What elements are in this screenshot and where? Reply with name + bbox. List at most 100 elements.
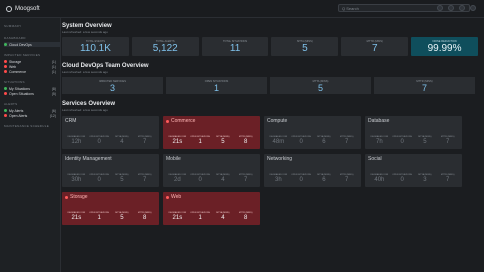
notifications-icon[interactable] (459, 5, 465, 11)
app-logo[interactable]: Moogsoft (6, 5, 40, 12)
sidebar-section: Maintenance Schedule (4, 122, 60, 130)
services-overview-title: Services Overview (62, 101, 116, 107)
main-content: System Overview Last refreshed: a few se… (62, 18, 478, 272)
service-metric: Open Situations 1 (189, 136, 212, 146)
overview-card-value: 5 (302, 43, 308, 54)
service-metric-value: 8 (243, 215, 248, 221)
status-dot-icon (4, 70, 7, 73)
service-card[interactable]: Commerce Degraded for 21s Open Situations 1 M… (163, 116, 260, 149)
team-card[interactable]: Impacted Services 3 (62, 77, 163, 94)
service-card[interactable]: Social Degraded for 40h Open Situations 0 MTT… (365, 154, 462, 187)
team-card[interactable]: Open Situations 1 (166, 77, 267, 94)
sidebar-section-heading[interactable]: Summary (4, 22, 60, 30)
sidebar-item-label: Web (9, 64, 17, 69)
service-metric: MTTR (mins) 7 (436, 174, 459, 184)
help-icon[interactable] (437, 5, 443, 11)
sidebar-section-heading[interactable]: Maintenance Schedule (4, 122, 60, 130)
team-card[interactable]: MTTR (mins) 7 (374, 77, 475, 94)
team-card[interactable]: MTTA (mins) 5 (270, 77, 371, 94)
service-name-text: CRM (65, 118, 77, 124)
overview-card[interactable]: Total Events 110.1K (62, 37, 129, 56)
service-metric-value: 1 (198, 215, 202, 221)
sidebar-item[interactable]: Open Situations (5) (4, 91, 60, 96)
service-card[interactable]: Networking Degraded for 3h Open Situations 0… (264, 154, 361, 187)
service-metric-value: 2d (174, 177, 181, 183)
service-card[interactable]: Web Degraded for 21s Open Situations 1 MTTA (… (163, 192, 260, 225)
service-name-text: Identity Management (65, 156, 112, 162)
service-metric-value: 7 (142, 139, 147, 145)
sidebar-section-heading[interactable]: Situations (4, 78, 60, 86)
critical-status-icon (65, 195, 68, 199)
service-name-text: Compute (267, 118, 288, 124)
user-avatar-icon[interactable] (470, 5, 476, 11)
sidebar-item-label: Cloud DevOps (9, 42, 32, 47)
sidebar-item[interactable]: Cloud DevOps (4, 42, 60, 47)
services-overview-subtitle: Last refreshed: a few seconds ago (62, 108, 108, 112)
service-metric: MTTA (mins) 6 (313, 136, 336, 146)
sidebar-item[interactable]: Open Alerts (12) (4, 113, 60, 118)
service-metric-value: 8 (243, 139, 248, 145)
service-name: Storage (62, 192, 159, 200)
sidebar-section: Situations My Situations (8) Open Situation… (4, 78, 60, 96)
service-card[interactable]: Mobile Degraded for 2d Open Situations 0 MTTA… (163, 154, 260, 187)
service-metric: Degraded for 30h (65, 174, 88, 184)
service-name-text: Web (171, 194, 182, 200)
service-metric-value: 21s (172, 139, 183, 145)
service-name-text: Social (368, 156, 382, 162)
status-dot-icon (4, 92, 7, 95)
service-name: Database (365, 116, 462, 124)
service-metric-value: 7 (445, 139, 450, 145)
service-metric: MTTR (mins) 7 (335, 174, 358, 184)
service-metric: Open Situations 0 (88, 136, 111, 146)
service-card[interactable]: Compute Degraded for 48m Open Situations 0 MT… (264, 116, 361, 149)
service-name: CRM (62, 116, 159, 124)
top-bar: Moogsoft Q Search (0, 0, 484, 18)
sidebar-item[interactable]: Commerce (1) (4, 69, 60, 74)
service-metric: MTTR (mins) 7 (436, 136, 459, 146)
service-card[interactable]: Database Degraded for 7h Open Situations 0 MT… (365, 116, 462, 149)
service-metric: MTTA (mins) 4 (212, 174, 235, 184)
sidebar-section-heading[interactable]: Impacted Services (4, 51, 60, 59)
status-dot-icon (4, 114, 7, 117)
system-overview-cards: Total Events 110.1K Total Alerts 5,122 Total… (62, 37, 478, 56)
sidebar-item-count: (8) (51, 86, 56, 91)
service-metric: Open Situations 0 (391, 174, 414, 184)
service-metric-value: 6 (322, 139, 326, 145)
service-name-text: Database (368, 118, 390, 124)
status-dot-icon (4, 43, 7, 46)
overview-card[interactable]: Noise Reduction 99.99% (411, 37, 478, 56)
sidebar-item-label: My Situations (9, 86, 31, 91)
service-metric: MTTA (mins) 5 (212, 136, 235, 146)
service-metric-value: 0 (400, 177, 404, 183)
service-card[interactable]: CRM Degraded for 12h Open Situations 0 MTTA (… (62, 116, 159, 149)
service-name-text: Networking (267, 156, 293, 162)
sidebar-section-heading[interactable]: Alerts (4, 100, 60, 108)
service-metrics: Degraded for 12h Open Situations 0 MTTA (min… (65, 136, 156, 146)
overview-card[interactable]: MTTA (mins) 5 (271, 37, 339, 56)
status-dot-icon (4, 109, 7, 112)
overview-card[interactable]: MTTR (mins) 7 (341, 37, 409, 56)
service-metric-value: 0 (299, 139, 303, 145)
service-metric: Degraded for 21s (166, 212, 189, 222)
service-metric: MTTR (mins) 7 (234, 174, 257, 184)
overview-card[interactable]: Total Alerts 5,122 (131, 37, 199, 56)
sidebar-item-count: (1) (51, 59, 56, 64)
team-card-value: 5 (317, 83, 323, 93)
overview-card[interactable]: Total Situations 11 (201, 37, 269, 56)
service-metric-value: 12h (71, 139, 82, 145)
sidebar-item-count: (1) (51, 64, 56, 69)
service-metric: Degraded for 21s (166, 136, 189, 146)
service-metric-value: 0 (97, 139, 101, 145)
service-metric-value: 7 (344, 177, 349, 183)
service-metric-value: 0 (299, 177, 303, 183)
service-card[interactable]: Storage Degraded for 21s Open Situations 1 MT… (62, 192, 159, 225)
status-dot-icon (4, 60, 7, 63)
system-overview-title: System Overview (62, 23, 112, 29)
service-name-text: Commerce (171, 118, 196, 124)
sidebar-section-heading[interactable]: Dashboard (4, 34, 60, 42)
settings-icon[interactable] (448, 5, 454, 11)
service-card[interactable]: Identity Management Degraded for 30h Open S… (62, 154, 159, 187)
service-metric: Degraded for 7h (368, 136, 391, 146)
service-metric: Open Situations 1 (189, 212, 212, 222)
service-metric: MTTR (mins) 8 (234, 212, 257, 222)
